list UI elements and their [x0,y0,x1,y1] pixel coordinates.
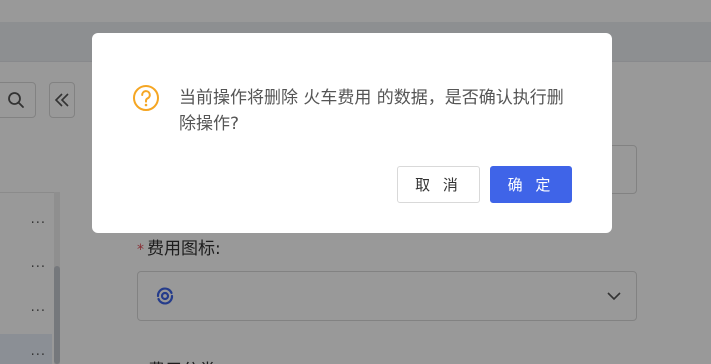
cancel-button[interactable]: 取 消 [397,166,480,203]
confirm-button[interactable]: 确 定 [490,166,572,203]
dialog-message: 当前操作将删除 火车费用 的数据，是否确认执行删除操作? [179,88,564,134]
confirm-delete-dialog: 当前操作将删除 火车费用 的数据，是否确认执行删除操作? 取 消 确 定 [92,33,612,233]
question-circle-icon [133,85,159,111]
